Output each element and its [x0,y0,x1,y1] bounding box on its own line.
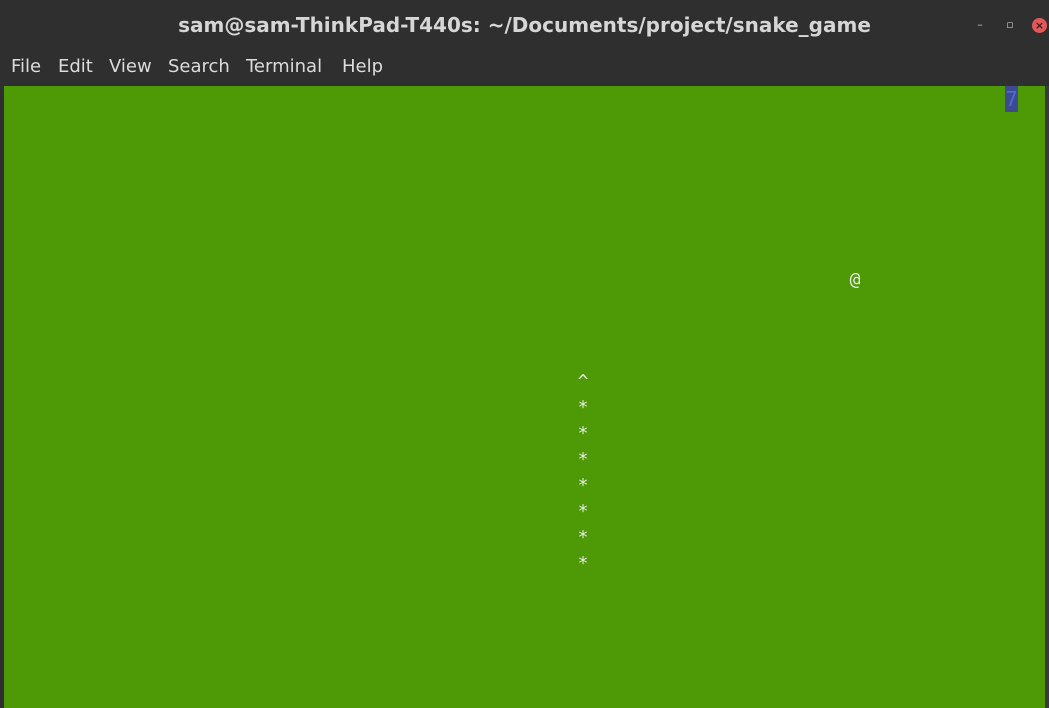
snake-body-segment: * [577,423,589,444]
snake-body-segment: * [577,475,589,496]
snake-food: @ [849,269,861,290]
terminal-screen[interactable]: 7 @ ^ * * * * * * * [4,86,1045,708]
snake-body-segment: * [577,527,589,548]
minimize-button[interactable]: – [973,18,987,32]
menu-file[interactable]: File [11,55,41,79]
close-button[interactable]: × [1032,18,1047,33]
snake-body-segment: * [577,553,589,574]
title-bar[interactable]: sam@sam-ThinkPad-T440s: ~/Documents/proj… [0,0,1049,52]
menu-terminal[interactable]: Terminal [246,55,322,79]
window-title: sam@sam-ThinkPad-T440s: ~/Documents/proj… [178,13,871,37]
menu-search[interactable]: Search [168,55,230,79]
terminal-scrollbar[interactable] [1045,86,1049,708]
menu-edit[interactable]: Edit [58,55,93,79]
snake-body-segment: * [577,449,589,470]
menu-bar: File Edit View Search Terminal Help [0,52,1049,85]
menu-view[interactable]: View [109,55,152,79]
score-counter: 7 [1005,86,1018,112]
menu-help[interactable]: Help [342,55,383,79]
snake-body-segment: * [577,397,589,418]
snake-head: ^ [577,371,589,392]
maximize-button[interactable]: ▫ [1003,18,1017,32]
snake-body-segment: * [577,501,589,522]
terminal-window: sam@sam-ThinkPad-T440s: ~/Documents/proj… [0,0,1049,708]
